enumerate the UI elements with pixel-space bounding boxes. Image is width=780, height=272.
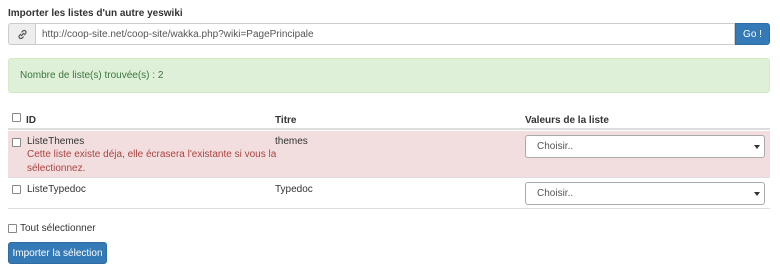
select-value: Choisir..: [537, 141, 574, 152]
link-icon: [8, 23, 35, 45]
url-input-group: Go !: [8, 23, 770, 45]
row-checkbox[interactable]: [12, 138, 21, 147]
chevron-down-icon: [754, 191, 760, 196]
go-button[interactable]: Go !: [735, 23, 770, 45]
row-title: Typedoc: [275, 184, 313, 195]
import-selection-button[interactable]: Importer la sélection: [8, 242, 107, 264]
table-row: ListeTypedoc Typedoc Choisir..: [8, 178, 770, 209]
url-input[interactable]: [35, 23, 735, 45]
row-warning: Cette liste existe déja, elle écrasera l…: [27, 148, 276, 176]
list-values-select[interactable]: Choisir..: [525, 135, 765, 158]
import-heading: Importer les listes d'un autre yeswiki: [8, 8, 183, 19]
row-warning-line2: sélectionnez.: [27, 163, 86, 174]
result-alert: Nombre de liste(s) trouvée(s) : 2: [8, 58, 770, 93]
row-id: ListeThemes: [27, 136, 85, 147]
select-value: Choisir..: [537, 188, 574, 199]
chevron-down-icon: [754, 144, 760, 149]
column-header-title: Titre: [275, 115, 297, 126]
column-header-values: Valeurs de la liste: [525, 115, 609, 126]
row-id: ListeTypedoc: [27, 184, 86, 195]
select-all-checkbox[interactable]: [8, 224, 17, 233]
select-all-control[interactable]: Tout sélectionner: [8, 223, 96, 234]
row-warning-line1: Cette liste existe déja, elle écrasera l…: [27, 149, 277, 160]
row-title: themes: [275, 136, 308, 147]
table-header: ID Titre Valeurs de la liste: [8, 112, 770, 130]
column-header-id: ID: [26, 115, 36, 126]
alert-text: Nombre de liste(s) trouvée(s) : 2: [20, 70, 164, 81]
link-icon-svg: [17, 29, 27, 39]
list-values-select[interactable]: Choisir..: [525, 182, 765, 205]
table-row: ListeThemes Cette liste existe déja, ell…: [8, 131, 770, 178]
select-all-label: Tout sélectionner: [20, 223, 96, 234]
header-checkbox[interactable]: [12, 113, 21, 122]
row-checkbox[interactable]: [12, 185, 21, 194]
